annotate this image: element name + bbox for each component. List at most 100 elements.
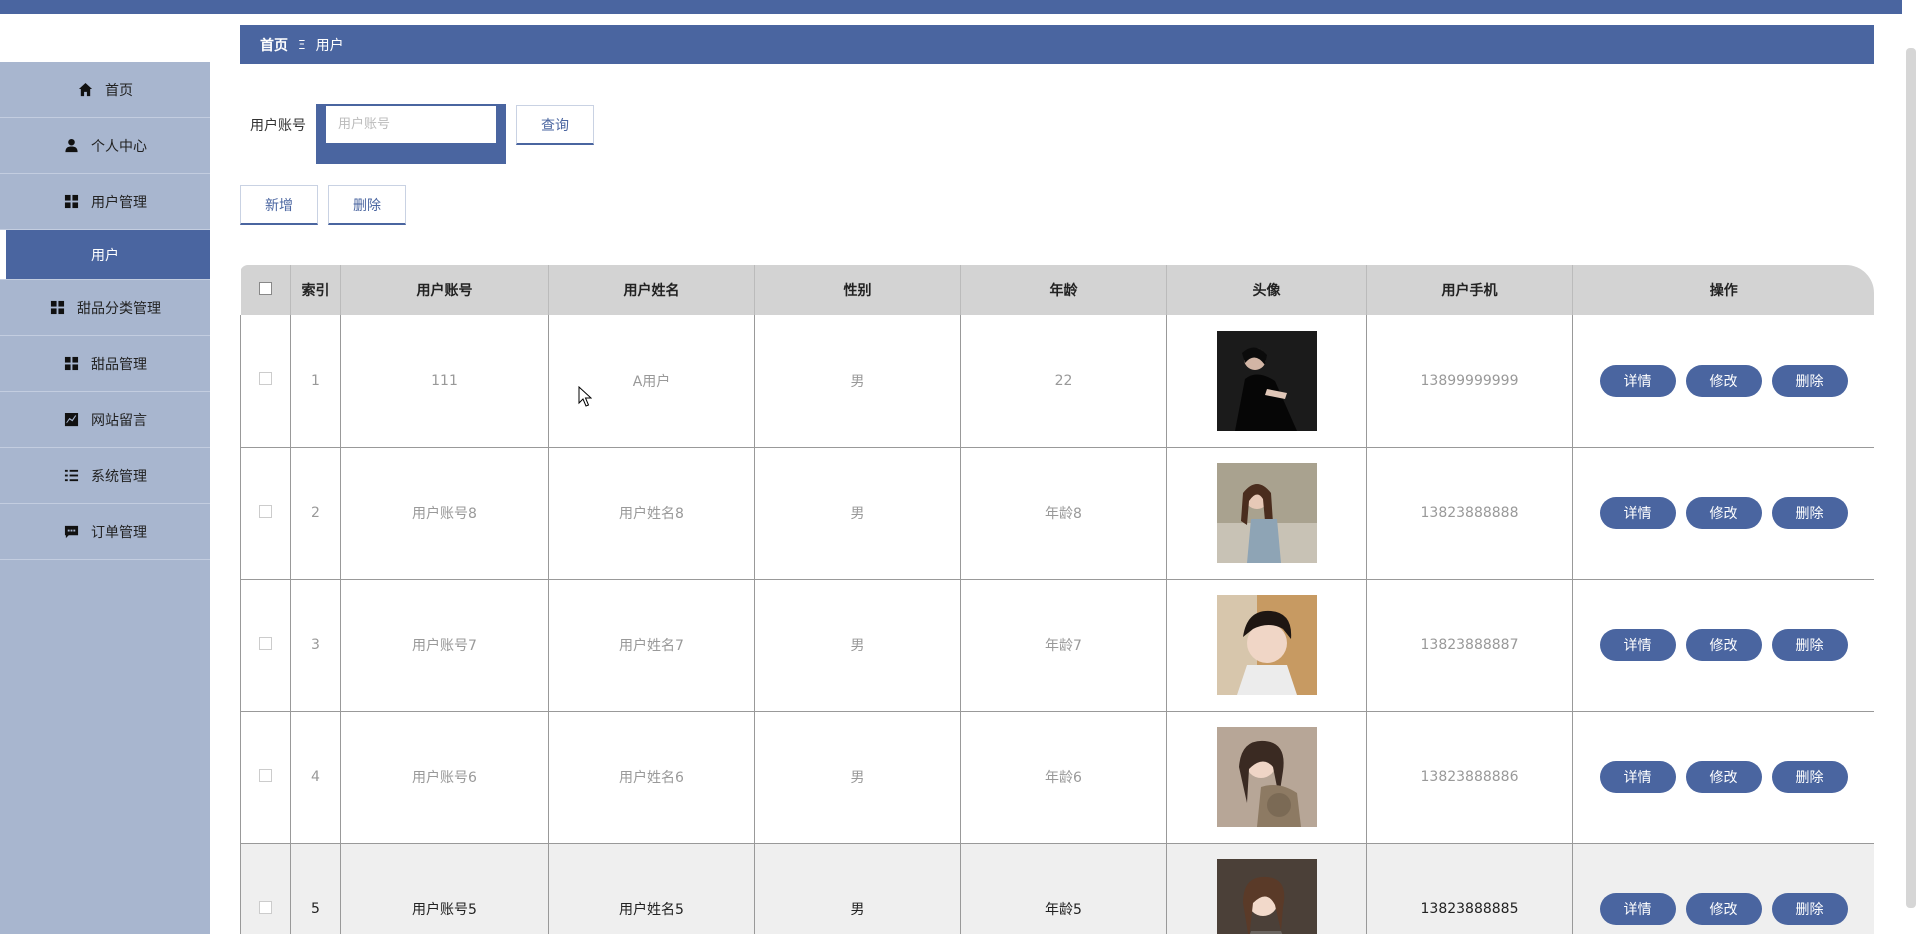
delete-button[interactable]: 删除	[1771, 364, 1848, 397]
sidebar-item-label: 用户管理	[91, 194, 147, 211]
column-header: 年龄	[960, 265, 1167, 315]
scrollbar-thumb[interactable]	[1906, 48, 1916, 908]
sidebar-item-user-management[interactable]: 用户管理	[0, 174, 210, 230]
row-checkbox[interactable]	[259, 636, 272, 650]
row-name: 用户姓名6	[548, 711, 755, 844]
row-checkbox[interactable]	[259, 900, 272, 914]
avatar	[1216, 859, 1317, 934]
grid-icon	[63, 194, 79, 210]
sidebar-item-label: 网站留言	[91, 412, 147, 429]
row-phone: 13823888888	[1366, 447, 1573, 580]
search-label: 用户账号	[250, 118, 306, 134]
sidebar-item-label: 个人中心	[91, 138, 147, 155]
row-index: 4	[290, 711, 341, 844]
top-bar	[0, 0, 1920, 14]
row-index: 5	[290, 843, 341, 934]
column-header: 性别	[754, 265, 961, 315]
row-gender: 男	[754, 711, 961, 844]
table-row: 1 111 A用户 男 22 13899999999 详情 修改 删除	[240, 315, 1874, 448]
avatar	[1216, 463, 1317, 563]
delete-button[interactable]: 删除	[1771, 893, 1848, 925]
row-gender: 男	[754, 579, 961, 712]
message-icon	[63, 524, 79, 540]
row-gender: 男	[754, 315, 961, 448]
edit-button[interactable]: 修改	[1685, 761, 1762, 793]
edit-button[interactable]: 修改	[1685, 893, 1762, 925]
row-age: 22	[960, 315, 1167, 448]
delete-button[interactable]: 删除	[1771, 629, 1848, 661]
sidebar-item-home[interactable]: 首页	[0, 62, 210, 118]
row-index: 3	[290, 579, 341, 712]
sidebar-item-label: 首页	[105, 82, 133, 99]
edit-button[interactable]: 修改	[1685, 497, 1762, 529]
row-account: 用户账号6	[340, 711, 549, 844]
row-name: 用户姓名7	[548, 579, 755, 712]
user-icon	[63, 138, 79, 154]
detail-button[interactable]: 详情	[1599, 893, 1676, 925]
sidebar-item-label: 订单管理	[91, 524, 147, 541]
row-name: 用户姓名8	[548, 447, 755, 580]
avatar	[1216, 595, 1317, 695]
detail-button[interactable]: 详情	[1599, 497, 1676, 529]
delete-button[interactable]: 删除	[1771, 497, 1848, 529]
table-row: 2 用户账号8 用户姓名8 男 年龄8 13823888888 详情 修改 删除	[240, 447, 1874, 580]
sidebar-item-personal-center[interactable]: 个人中心	[0, 118, 210, 174]
row-checkbox[interactable]	[259, 768, 272, 782]
column-header: 用户姓名	[548, 265, 755, 315]
sidebar-item-label: 用户	[91, 247, 119, 264]
detail-button[interactable]: 详情	[1599, 629, 1676, 661]
column-header: 索引	[290, 265, 341, 315]
sidebar-item-orders[interactable]: 订单管理	[0, 504, 210, 560]
sidebar-item-messages[interactable]: 网站留言	[0, 392, 210, 448]
edit-button[interactable]: 修改	[1685, 629, 1762, 661]
page-scrollbar[interactable]	[1902, 0, 1920, 934]
detail-button[interactable]: 详情	[1599, 364, 1676, 397]
row-account: 111	[340, 315, 549, 448]
query-button[interactable]: 查询	[516, 105, 594, 145]
table-row: 5 用户账号5 用户姓名5 男 年龄5 13823888885 详情 修改 删除	[240, 843, 1874, 934]
detail-button[interactable]: 详情	[1599, 761, 1676, 793]
sidebar-item-label: 系统管理	[91, 468, 147, 485]
search-input[interactable]	[326, 106, 496, 143]
row-index: 1	[290, 315, 341, 448]
row-account: 用户账号8	[340, 447, 549, 580]
avatar	[1216, 330, 1317, 431]
column-header: 用户账号	[340, 265, 549, 315]
column-header: 操作	[1572, 265, 1874, 315]
row-age: 年龄7	[960, 579, 1167, 712]
row-gender: 男	[754, 843, 961, 934]
breadcrumb-current: 用户	[315, 37, 344, 54]
sidebar-item-users[interactable]: 用户	[0, 230, 210, 280]
breadcrumb-separator: Ξ	[298, 37, 306, 52]
mouse-cursor-icon	[578, 386, 592, 407]
row-checkbox[interactable]	[259, 504, 272, 518]
chart-icon	[63, 412, 79, 428]
batch-delete-button[interactable]: 删除	[328, 185, 406, 225]
row-age: 年龄6	[960, 711, 1167, 844]
column-header: 头像	[1166, 265, 1367, 315]
grid-icon	[49, 300, 65, 316]
delete-button[interactable]: 删除	[1771, 761, 1848, 793]
row-age: 年龄8	[960, 447, 1167, 580]
row-account: 用户账号7	[340, 579, 549, 712]
select-all-checkbox[interactable]	[258, 281, 272, 295]
select-all-header[interactable]	[240, 265, 291, 315]
edit-button[interactable]: 修改	[1685, 364, 1762, 397]
row-phone: 13823888887	[1366, 579, 1573, 712]
home-icon	[77, 82, 93, 98]
breadcrumb-home[interactable]: 首页	[260, 35, 288, 55]
table-row: 3 用户账号7 用户姓名7 男 年龄7 13823888887 详情 修改 删除	[240, 579, 1874, 712]
table-header-row: 索引 用户账号 用户姓名 性别 年龄 头像 用户手机 操作	[240, 265, 1874, 315]
row-checkbox[interactable]	[259, 372, 272, 386]
table-row: 4 用户账号6 用户姓名6 男 年龄6 13823888886 详情 修改 删除	[240, 711, 1874, 844]
row-phone: 13823888886	[1366, 711, 1573, 844]
add-button[interactable]: 新增	[240, 185, 318, 225]
sidebar-item-dessert-category[interactable]: 甜品分类管理	[0, 280, 210, 336]
row-age: 年龄5	[960, 843, 1167, 934]
list-icon	[63, 468, 79, 484]
row-name: 用户姓名5	[548, 843, 755, 934]
grid-icon	[63, 356, 79, 372]
sidebar-item-dessert-management[interactable]: 甜品管理	[0, 336, 210, 392]
sidebar-item-label: 甜品分类管理	[77, 300, 161, 317]
sidebar-item-system[interactable]: 系统管理	[0, 448, 210, 504]
